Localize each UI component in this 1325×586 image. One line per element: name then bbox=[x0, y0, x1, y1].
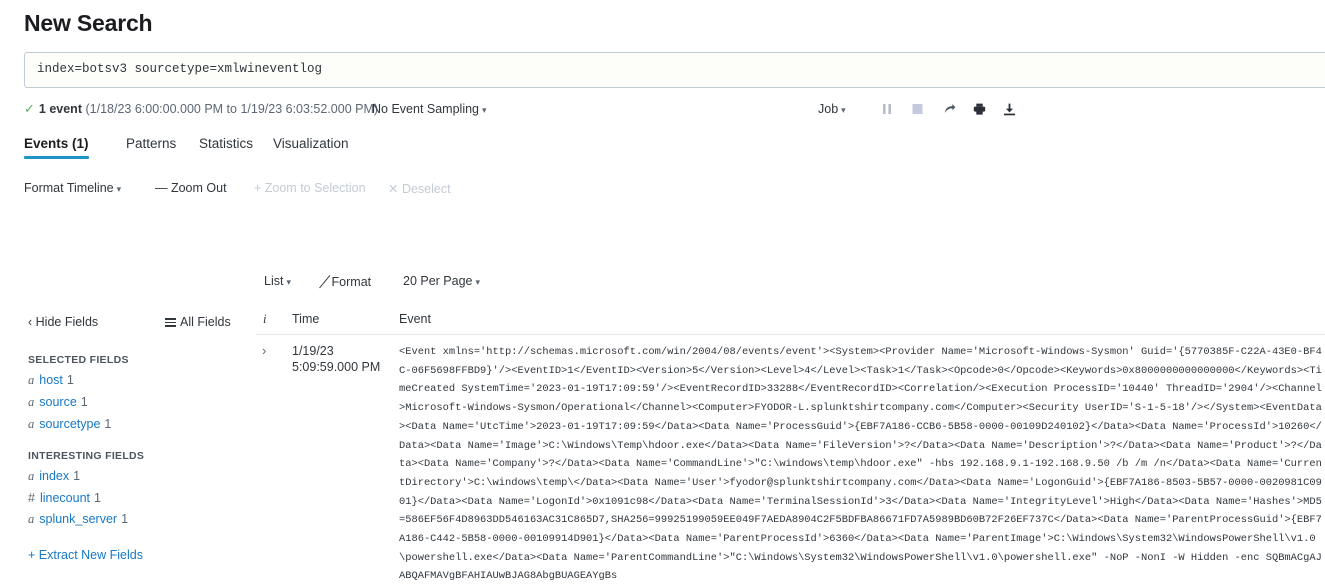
field-name: splunk_server bbox=[39, 512, 117, 526]
zoom-to-selection-button: + Zoom to Selection bbox=[254, 181, 366, 195]
all-fields-label: All Fields bbox=[180, 315, 231, 329]
format-button[interactable]: ╱Format bbox=[321, 274, 371, 289]
event-timestamp: 1/19/23 5:09:59.000 PM bbox=[292, 343, 380, 375]
event-count: 1 event bbox=[39, 102, 82, 116]
all-fields-button[interactable]: All Fields bbox=[165, 315, 231, 329]
tab-patterns[interactable]: Patterns bbox=[126, 136, 176, 159]
list-view-label: List bbox=[264, 274, 283, 288]
field-name: sourcetype bbox=[39, 417, 100, 431]
zoom-out-button[interactable]: — Zoom Out bbox=[155, 181, 227, 195]
field-count: 1 bbox=[121, 512, 128, 526]
chevron-down-icon: ▾ bbox=[286, 277, 291, 287]
share-icon[interactable] bbox=[938, 100, 960, 120]
field-type-icon: a bbox=[28, 373, 34, 387]
event-time: 5:09:59.000 PM bbox=[292, 360, 380, 374]
field-type-icon: a bbox=[28, 512, 34, 526]
search-input[interactable]: index=botsv3 sourcetype=xmlwineventlog bbox=[24, 52, 1325, 88]
field-type-icon: a bbox=[28, 469, 34, 483]
sidebar-field-host[interactable]: ahost 1 bbox=[28, 373, 129, 388]
list-lines-icon bbox=[165, 318, 176, 327]
sidebar-field-linecount[interactable]: # linecount 1 bbox=[28, 491, 144, 505]
job-dropdown[interactable]: Job▾ bbox=[818, 102, 846, 116]
field-type-icon: # bbox=[28, 491, 35, 505]
selected-fields-group: SELECTED FIELDS ahost1 asource1 asourcet… bbox=[28, 354, 129, 439]
field-name: host bbox=[39, 373, 63, 387]
field-type-icon: a bbox=[28, 395, 34, 409]
chevron-right-icon[interactable]: › bbox=[262, 343, 266, 358]
print-icon[interactable] bbox=[968, 100, 990, 120]
field-name: index bbox=[39, 469, 69, 483]
field-count: 1 bbox=[94, 491, 101, 505]
sidebar-field-sourcetype[interactable]: a sourcetype 1 bbox=[28, 417, 129, 432]
page-title: New Search bbox=[24, 10, 152, 37]
per-page-dropdown[interactable]: 20 Per Page▾ bbox=[403, 274, 480, 288]
format-timeline-dropdown[interactable]: Format Timeline▾ bbox=[24, 181, 121, 195]
event-sampling-dropdown[interactable]: No Event Sampling▾ bbox=[372, 102, 487, 116]
interesting-fields-group: INTERESTING FIELDS aindex1 #linecount1 a… bbox=[28, 450, 144, 534]
format-timeline-label: Format Timeline bbox=[24, 181, 114, 195]
hide-fields-button[interactable]: ‹ Hide Fields bbox=[28, 315, 98, 329]
sidebar-field-index[interactable]: aindex 1 bbox=[28, 469, 144, 484]
tab-visualization[interactable]: Visualization bbox=[273, 136, 349, 159]
column-header-event: Event bbox=[399, 312, 431, 326]
field-type-icon: a bbox=[28, 417, 34, 431]
tab-statistics[interactable]: Statistics bbox=[199, 136, 253, 159]
selected-fields-title: SELECTED FIELDS bbox=[28, 354, 129, 366]
pause-icon[interactable] bbox=[876, 100, 898, 120]
header-divider bbox=[256, 334, 1325, 335]
check-icon: ✓ bbox=[24, 101, 35, 116]
chevron-down-icon: ▾ bbox=[841, 105, 846, 115]
splunk-search-page: New Search index=botsv3 sourcetype=xmlwi… bbox=[0, 0, 1325, 586]
chevron-down-icon: ▾ bbox=[476, 277, 481, 287]
event-sampling-label: No Event Sampling bbox=[372, 102, 479, 116]
column-header-time: Time bbox=[292, 312, 319, 326]
event-count-row: ✓ 1 event (1/18/23 6:00:00.000 PM to 1/19… bbox=[24, 101, 378, 121]
export-icon[interactable] bbox=[998, 100, 1020, 120]
field-name: linecount bbox=[40, 491, 90, 505]
list-view-dropdown[interactable]: List▾ bbox=[264, 274, 291, 288]
field-count: 1 bbox=[67, 373, 74, 387]
event-raw-text: <Event xmlns='http://schemas.microsoft.c… bbox=[399, 343, 1325, 586]
pencil-icon: ╱ bbox=[320, 273, 330, 289]
format-label: Format bbox=[332, 275, 372, 289]
sidebar-field-source[interactable]: asource 1 bbox=[28, 395, 129, 410]
time-range: (1/18/23 6:00:00.000 PM to 1/19/23 6:03:… bbox=[85, 102, 378, 116]
event-date: 1/19/23 bbox=[292, 344, 334, 358]
per-page-label: 20 Per Page bbox=[403, 274, 473, 288]
chevron-down-icon: ▾ bbox=[117, 184, 122, 194]
column-header-info: i bbox=[263, 312, 266, 327]
chevron-down-icon: ▾ bbox=[482, 105, 487, 115]
field-count: 1 bbox=[81, 395, 88, 409]
tab-events[interactable]: Events (1) bbox=[24, 136, 89, 159]
sidebar-field-splunk-server[interactable]: a splunk_server 1 bbox=[28, 512, 144, 527]
field-count: 1 bbox=[73, 469, 80, 483]
field-count: 1 bbox=[104, 417, 111, 431]
interesting-fields-title: INTERESTING FIELDS bbox=[28, 450, 144, 462]
stop-icon[interactable] bbox=[906, 100, 928, 120]
field-name: source bbox=[39, 395, 77, 409]
deselect-button: ✕ Deselect bbox=[388, 181, 451, 196]
extract-new-fields-button[interactable]: + Extract New Fields bbox=[28, 548, 143, 562]
search-query-text: index=botsv3 sourcetype=xmlwineventlog bbox=[37, 62, 322, 76]
job-label: Job bbox=[818, 102, 838, 116]
